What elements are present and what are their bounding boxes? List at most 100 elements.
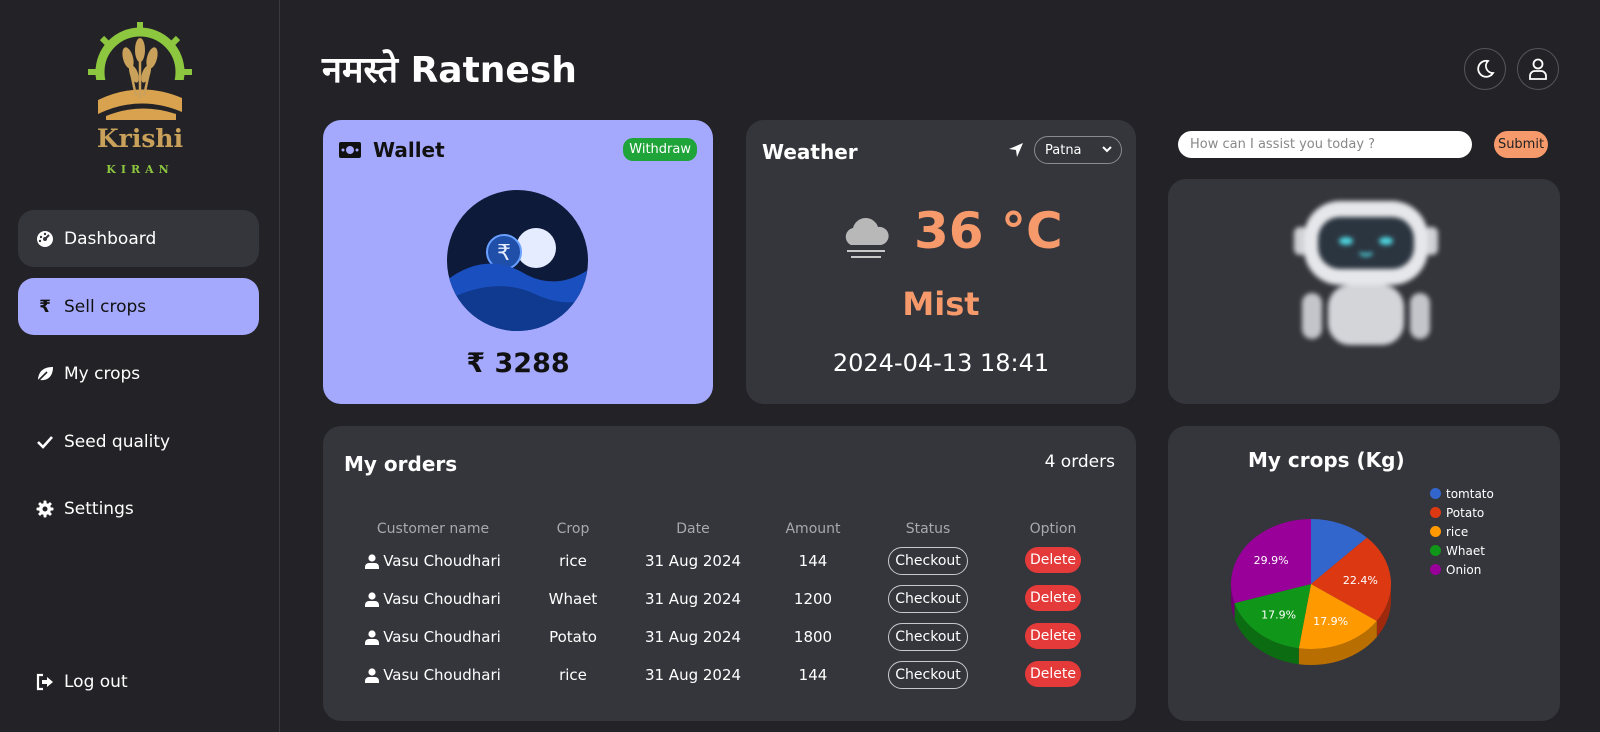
crop-cell: Potato <box>549 628 597 646</box>
checkout-button[interactable]: Checkout <box>888 547 968 575</box>
user-icon <box>365 629 380 645</box>
amount-cell: 1200 <box>793 590 833 608</box>
legend-swatch <box>1430 507 1441 518</box>
user-icon <box>365 667 380 683</box>
pie-data-label: 17.9% <box>1261 608 1296 621</box>
withdraw-button[interactable]: Withdraw <box>623 138 697 161</box>
legend-label: Whaet <box>1446 543 1485 558</box>
cash-icon <box>339 142 361 158</box>
date-cell: 31 Aug 2024 <box>644 628 742 646</box>
rupee-icon: ₹ <box>39 296 51 317</box>
sidebar-item-label: Sell crops <box>64 296 147 317</box>
weather-card: Weather Patna 36 °C Mist 2024-04-13 18:4… <box>746 120 1136 404</box>
orders-count: 4 orders <box>1044 452 1115 472</box>
chevron-down-icon <box>1102 146 1112 153</box>
customer-name: Vasu Choudhari <box>383 590 501 608</box>
city-select[interactable]: Patna <box>1034 136 1122 164</box>
customer-name: Vasu Choudhari <box>383 552 501 570</box>
sidebar-item-label: Settings <box>64 498 134 519</box>
checkout-button[interactable]: Checkout <box>888 661 968 689</box>
status-cell: Checkout <box>863 547 993 575</box>
sidebar-item-label: My crops <box>64 363 141 384</box>
pie-data-label: 29.9% <box>1254 554 1289 567</box>
checkout-button[interactable]: Checkout <box>888 585 968 613</box>
city-select-value: Patna <box>1045 142 1082 158</box>
sidebar-item-settings[interactable]: Settings <box>18 480 259 537</box>
moon-icon <box>1477 59 1495 78</box>
chart-title: My crops (Kg) <box>1248 448 1405 472</box>
legend-item[interactable]: Potato <box>1430 503 1494 522</box>
amount-cell: 1800 <box>793 628 833 646</box>
orders-title: My orders <box>344 452 458 476</box>
status-cell: Checkout <box>863 661 993 689</box>
wallet-title: Wallet <box>373 138 445 162</box>
orders-card: My orders 4 orders Customer name Crop Da… <box>323 426 1136 721</box>
weather-title: Weather <box>762 140 858 164</box>
option-cell: Delete <box>993 585 1113 611</box>
cloud-icon <box>845 218 889 258</box>
status-cell: Checkout <box>863 585 993 613</box>
customer-name: Vasu Choudhari <box>383 628 501 646</box>
sun-wheat-icon <box>88 22 192 120</box>
customer-cell: Vasu Choudhari <box>343 552 523 570</box>
gauge-icon <box>34 228 56 250</box>
brand-subtitle: KIRAN <box>106 163 174 176</box>
pie-data-label: 17.9% <box>1313 615 1348 628</box>
pie-data-label: 22.4% <box>1343 574 1378 587</box>
sidebar-item-sell-crops[interactable]: ₹ Sell crops <box>18 278 259 335</box>
profile-button[interactable] <box>1517 48 1559 90</box>
crops-chart-card: My crops (Kg) 22.4% 17.9% 17.9% 29.9% tomta… <box>1168 426 1560 721</box>
legend-label: rice <box>1446 524 1469 539</box>
krishi-kiran-logo: Krishi KIRAN <box>78 20 202 180</box>
amount-cell: 144 <box>798 666 828 684</box>
amount-cell: 144 <box>798 552 828 570</box>
legend-item[interactable]: Whaet <box>1430 541 1494 560</box>
column-header: Crop <box>556 521 590 537</box>
sidebar-item-seed-quality[interactable]: Seed quality <box>18 413 259 470</box>
user-icon <box>365 553 380 569</box>
delete-button[interactable]: Delete <box>1025 585 1081 611</box>
crop-cell: Whaet <box>548 590 598 608</box>
legend-label: Potato <box>1446 505 1485 520</box>
brand-name: Krishi <box>96 124 184 153</box>
column-header: Amount <box>785 521 841 537</box>
date-cell: 31 Aug 2024 <box>644 666 742 684</box>
assistant-card <box>1168 179 1560 404</box>
customer-name: Vasu Choudhari <box>383 666 501 684</box>
legend-swatch <box>1430 545 1441 556</box>
column-header: Customer name <box>376 521 490 537</box>
delete-button[interactable]: Delete <box>1025 623 1081 649</box>
leaf-icon <box>34 363 56 385</box>
crop-cell: rice <box>559 552 587 570</box>
column-header: Date <box>676 521 710 537</box>
legend-label: tomtato <box>1446 486 1494 501</box>
sidebar: Krishi KIRAN Dashboard ₹ Sell crops My c… <box>0 0 280 732</box>
legend-swatch <box>1430 526 1441 537</box>
assistant-submit-button[interactable]: Submit <box>1494 131 1548 158</box>
legend-item[interactable]: Onion <box>1430 560 1494 579</box>
crop-cell: rice <box>559 666 587 684</box>
checkout-button[interactable]: Checkout <box>888 623 968 651</box>
sidebar-item-dashboard[interactable]: Dashboard <box>18 210 259 267</box>
logout-icon <box>34 671 56 693</box>
robot-icon <box>1294 201 1438 345</box>
logout-button[interactable]: Log out <box>18 653 259 710</box>
status-cell: Checkout <box>863 623 993 651</box>
location-arrow-icon[interactable] <box>1008 142 1024 158</box>
user-icon <box>365 591 380 607</box>
legend-swatch <box>1430 488 1441 499</box>
legend-swatch <box>1430 564 1441 575</box>
gear-icon <box>34 498 56 520</box>
legend-item[interactable]: tomtato <box>1430 484 1494 503</box>
assistant-input[interactable] <box>1178 131 1472 158</box>
weather-condition: Mist <box>902 285 980 323</box>
sidebar-item-my-crops[interactable]: My crops <box>18 345 259 402</box>
delete-button[interactable]: Delete <box>1025 661 1081 687</box>
crops-pie-chart: 22.4% 17.9% 17.9% 29.9% <box>1231 519 1391 665</box>
legend-item[interactable]: rice <box>1430 522 1494 541</box>
delete-button[interactable]: Delete <box>1025 547 1081 573</box>
dark-mode-toggle[interactable] <box>1464 48 1506 90</box>
date-cell: 31 Aug 2024 <box>644 552 742 570</box>
sidebar-item-label: Dashboard <box>64 228 157 249</box>
wallet-illustration: ₹ <box>447 190 588 331</box>
